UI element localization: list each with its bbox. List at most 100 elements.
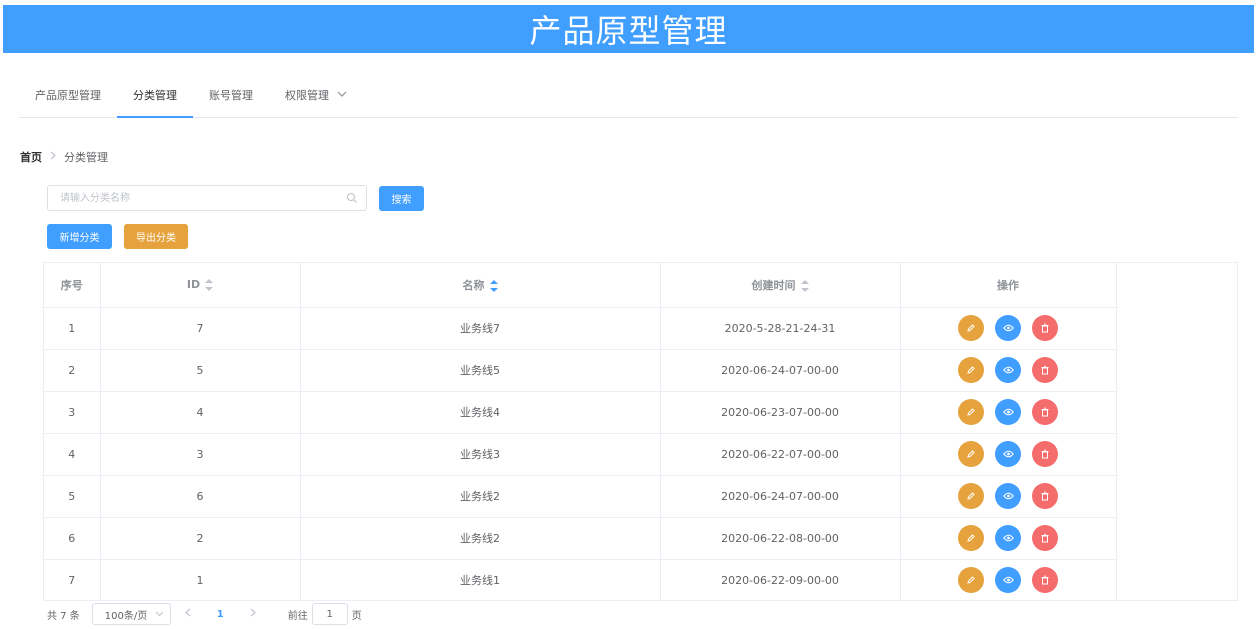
cell-created: 2020-06-24-07-00-00 <box>660 475 901 518</box>
cell-name: 业务线3 <box>300 433 661 476</box>
page-size-value: 100条/页 <box>104 610 148 622</box>
eye-icon[interactable] <box>995 399 1021 425</box>
page-goto: 前往 页 <box>288 603 362 625</box>
cell-id: 3 <box>100 433 301 476</box>
page-number[interactable]: 1 <box>217 609 224 620</box>
page-unit-label: 页 <box>351 610 362 622</box>
cell-created: 2020-06-22-09-00-00 <box>660 559 901 601</box>
cell-name: 业务线5 <box>300 349 661 392</box>
trash-icon[interactable] <box>1032 357 1058 383</box>
table-row: 7 1 业务线1 2020-06-22-09-00-00 <box>44 559 1117 601</box>
pagination: 共 7 条 100条/页 1 前往 页 <box>47 603 362 625</box>
col-name-label: 名称 <box>462 278 485 292</box>
cell-name: 业务线4 <box>300 391 661 434</box>
nav-tabs: 产品原型管理 分类管理 账号管理 权限管理 <box>19 72 1238 118</box>
breadcrumb: 首页 分类管理 <box>20 149 108 165</box>
chevron-down-icon <box>155 609 164 620</box>
eye-icon[interactable] <box>995 441 1021 467</box>
tab-account[interactable]: 账号管理 <box>193 72 269 117</box>
pencil-icon[interactable] <box>958 315 984 341</box>
cell-ops <box>900 391 1117 434</box>
chevron-down-icon <box>337 90 347 100</box>
cell-created: 2020-06-23-07-00-00 <box>660 391 901 434</box>
sort-icon[interactable] <box>205 279 214 292</box>
tab-permission[interactable]: 权限管理 <box>269 72 363 117</box>
cell-index: 2 <box>44 349 101 392</box>
trash-icon[interactable] <box>1032 315 1058 341</box>
cell-index: 4 <box>44 433 101 476</box>
breadcrumb-home[interactable]: 首页 <box>20 149 42 165</box>
app-title: 产品原型管理 <box>3 5 1254 53</box>
search-button[interactable]: 搜索 <box>379 186 424 211</box>
export-category-button[interactable]: 导出分类 <box>124 224 188 249</box>
tab-category[interactable]: 分类管理 <box>117 72 193 118</box>
page-size-select[interactable]: 100条/页 <box>91 603 171 625</box>
table-row: 6 2 业务线2 2020-06-22-08-00-00 <box>44 517 1117 560</box>
table-row: 3 4 业务线4 2020-06-23-07-00-00 <box>44 391 1117 434</box>
col-id-label: ID <box>186 278 201 292</box>
eye-icon[interactable] <box>995 357 1021 383</box>
cell-name: 业务线7 <box>300 307 661 350</box>
col-index-label: 序号 <box>60 278 83 292</box>
cell-id: 5 <box>100 349 301 392</box>
cell-created: 2020-5-28-21-24-31 <box>660 307 901 350</box>
cell-name: 业务线1 <box>300 559 661 601</box>
cell-id: 1 <box>100 559 301 601</box>
sort-icon[interactable] <box>489 279 498 292</box>
cell-ops <box>900 307 1117 350</box>
col-ops: 操作 <box>900 263 1117 308</box>
eye-icon[interactable] <box>995 483 1021 509</box>
eye-icon[interactable] <box>995 525 1021 551</box>
table-header-row: 序号 ID 名称 创建时间 操作 <box>44 263 1117 308</box>
table-row: 1 7 业务线7 2020-5-28-21-24-31 <box>44 307 1117 350</box>
cell-name: 业务线2 <box>300 475 661 518</box>
pagination-total: 共 7 条 <box>47 610 80 622</box>
search-icon[interactable] <box>346 192 358 204</box>
goto-page-input[interactable] <box>311 603 348 625</box>
pencil-icon[interactable] <box>958 399 984 425</box>
trash-icon[interactable] <box>1032 525 1058 551</box>
table-row: 2 5 业务线5 2020-06-24-07-00-00 <box>44 349 1117 392</box>
cell-index: 5 <box>44 475 101 518</box>
trash-icon[interactable] <box>1032 483 1058 509</box>
cell-name: 业务线2 <box>300 517 661 560</box>
goto-label: 前往 <box>287 610 308 622</box>
chevron-right-icon <box>50 151 56 163</box>
cell-index: 6 <box>44 517 101 560</box>
sort-icon[interactable] <box>800 279 809 292</box>
cell-created: 2020-06-24-07-00-00 <box>660 349 901 392</box>
cell-ops <box>900 475 1117 518</box>
trash-icon[interactable] <box>1032 567 1058 594</box>
trash-icon[interactable] <box>1032 399 1058 425</box>
category-table: 序号 ID 名称 创建时间 操作 1 7 业务线7 2020-5-28-21-24-3… <box>43 262 1238 601</box>
eye-icon[interactable] <box>995 567 1021 594</box>
pencil-icon[interactable] <box>958 567 984 594</box>
breadcrumb-current: 分类管理 <box>64 151 108 164</box>
col-id[interactable]: ID <box>100 263 301 308</box>
cell-ops <box>900 433 1117 476</box>
cell-id: 2 <box>100 517 301 560</box>
tab-product-prototype[interactable]: 产品原型管理 <box>19 72 117 117</box>
eye-icon[interactable] <box>995 315 1021 341</box>
col-index: 序号 <box>44 263 101 308</box>
col-name[interactable]: 名称 <box>300 263 661 308</box>
col-created-label: 创建时间 <box>751 278 796 292</box>
cell-ops <box>900 349 1117 392</box>
pencil-icon[interactable] <box>958 441 984 467</box>
cell-ops <box>900 559 1117 601</box>
col-ops-label: 操作 <box>997 278 1019 292</box>
trash-icon[interactable] <box>1032 441 1058 467</box>
search-input[interactable] <box>48 186 366 210</box>
next-page-icon[interactable] <box>250 608 256 620</box>
cell-id: 6 <box>100 475 301 518</box>
col-created[interactable]: 创建时间 <box>660 263 901 308</box>
table-row: 4 3 业务线3 2020-06-22-07-00-00 <box>44 433 1117 476</box>
pencil-icon[interactable] <box>958 357 984 383</box>
pencil-icon[interactable] <box>958 525 984 551</box>
prev-page-icon[interactable] <box>184 608 191 620</box>
pencil-icon[interactable] <box>958 483 984 509</box>
cell-ops <box>900 517 1117 560</box>
cell-index: 1 <box>44 307 101 350</box>
search-box <box>47 185 367 211</box>
add-category-button[interactable]: 新增分类 <box>47 224 112 249</box>
